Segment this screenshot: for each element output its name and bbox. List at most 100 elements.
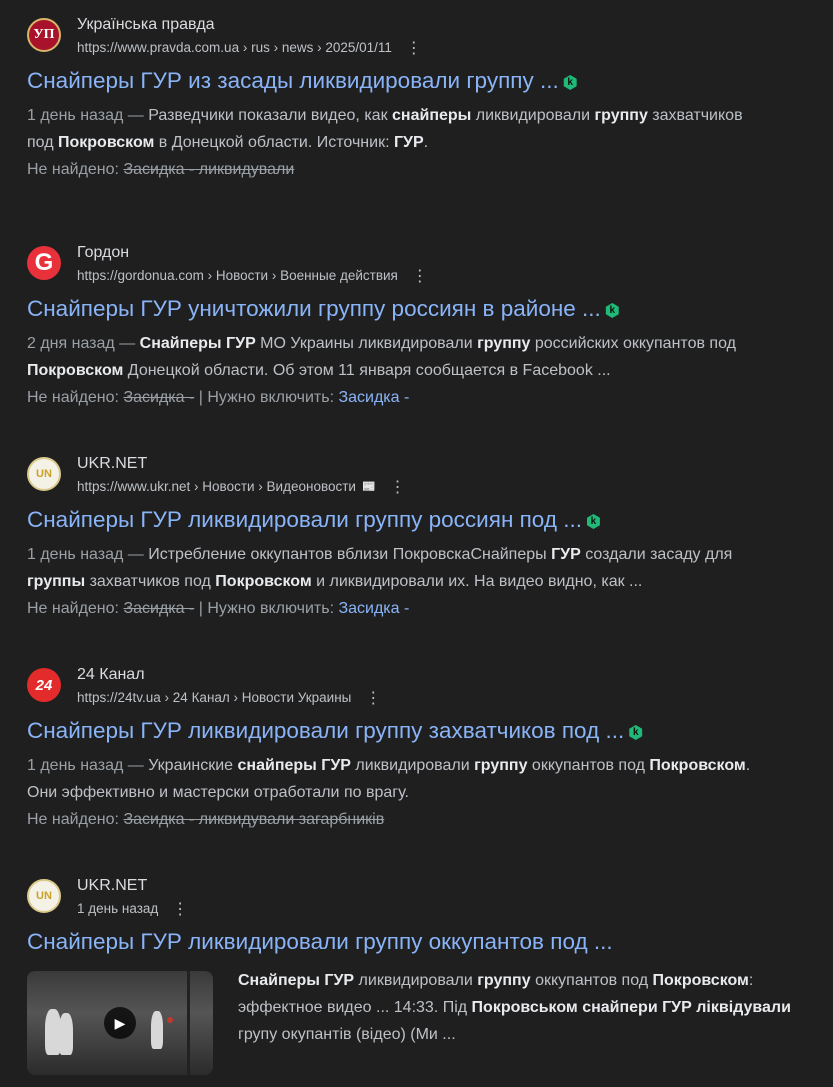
more-options-icon[interactable]: ⋮ [365,690,381,706]
play-icon[interactable]: ▶ [104,1007,136,1039]
result-source[interactable]: UN UKR.NET 1 день назад ⋮ [27,877,827,919]
snippet-highlight: снайперы ГУР [237,757,351,774]
snippet-highlight: ГУР [393,134,424,151]
ukrnet-favicon-icon: UN [27,457,61,491]
missing-terms: Засидка - ликвидували загарбників [123,811,385,828]
snippet-text: ликвидировали [354,972,478,989]
result-title-text: Снайперы ГУР из засады ликвидировали гру… [27,68,559,93]
site-url: 1 день назад ⋮ [77,901,188,917]
video-search-result: UN UKR.NET 1 день назад ⋮ Снайперы ГУР л… [27,877,827,1075]
result-snippet: 1 день назад — Разведчики показали видео… [27,102,827,156]
snippet-text: : [748,972,754,989]
include-label: | Нужно включить: [198,389,335,406]
result-source[interactable]: 24 24 Канал https://24tv.ua › 24 Канал ›… [27,666,827,708]
k-badge-icon: k [563,75,577,90]
include-term-link[interactable]: Засидка - [338,600,409,617]
result-title-link[interactable]: Снайперы ГУР ликвидировали группу захват… [27,716,827,746]
include-label: | Нужно включить: [198,600,335,617]
snippet-line: 2 дня назад — Снайперы ГУР МО Украины ли… [27,330,827,357]
snippet-text: . [423,134,429,151]
snippet-text: Истребление оккупантов вблизи ПокровскаС… [148,546,552,563]
video-thumbnail[interactable]: ▶ [27,971,213,1075]
snippet-line: 1 день назад — Украинские снайперы ГУР л… [27,752,827,779]
site-url-text: https://24tv.ua › 24 Канал › Новости Укр… [77,690,352,705]
snippet-highlight: снайперы [392,107,472,124]
search-result: UN UKR.NET https://www.ukr.net › Новости… [27,455,827,622]
missing-terms: Засидка - [123,600,195,617]
missing-terms-row: Не найдено: Засидка - | Нужно включить: … [27,384,827,411]
snippet-highlight: ГУР [551,546,581,563]
missing-terms-row: Не найдено: Засидка - | Нужно включить: … [27,595,827,622]
gordon-favicon-icon: G [27,246,61,280]
missing-terms: Засидка - [123,389,195,406]
video-description: Снайперы ГУР ликвидировали группу оккупа… [238,967,791,1075]
snippet-text: 1 день назад — [27,107,149,124]
more-options-icon[interactable]: ⋮ [412,268,428,284]
snippet-line: 1 день назад — Истребление оккупантов вб… [27,541,827,568]
24kanal-favicon-icon: 24 [27,668,61,702]
snippet-line: групу окупантів (відео) (Ми ... [238,1021,791,1048]
snippet-text: и ликвидировали их. На видео видно, как … [311,573,643,590]
snippet-text: ликвидировали [350,757,475,774]
more-options-icon[interactable]: ⋮ [390,479,406,495]
snippet-text: Они эффективно и мастерски отработали по… [27,784,409,801]
snippet-highlight: Покровском [215,573,312,590]
result-title-link[interactable]: Снайперы ГУР уничтожили группу россиян в… [27,294,827,324]
snippet-highlight: группу [477,972,531,989]
missing-label: Не найдено: [27,161,119,178]
site-name: UKR.NET [77,877,148,894]
snippet-highlight: Покровском [58,134,155,151]
more-options-icon[interactable]: ⋮ [172,901,188,917]
missing-label: Не найдено: [27,389,119,406]
snippet-text: в Донецкой области. Источник: [154,134,394,151]
snippet-text: оккупантов под [530,972,653,989]
site-url: https://24tv.ua › 24 Канал › Новости Укр… [77,690,381,706]
snippet-text: групу окупантів (відео) (Ми ... [238,1026,456,1043]
missing-terms: Засидка - ликвидували [123,161,295,178]
snippet-line: под Покровском в Донецкой области. Источ… [27,129,827,156]
site-name: Українська правда [77,16,215,33]
snippet-text: Украинские [148,757,238,774]
snippet-highlight: Покровском [27,362,124,379]
snippet-highlight: Снайперы ГУР [139,335,256,352]
site-url-text: https://www.pravda.com.ua › rus › news ›… [77,40,392,55]
include-term-link[interactable]: Засидка - [338,389,409,406]
result-title-link[interactable]: Снайперы ГУР ликвидировали группу россия… [27,505,827,535]
result-date: 1 день назад [77,901,159,916]
favicon-label: УП [33,27,55,42]
result-title-link[interactable]: Снайперы ГУР из засады ликвидировали гру… [27,66,827,96]
favicon-label: UN [36,890,52,902]
site-url-text: https://gordonua.com › Новости › Военные… [77,268,398,283]
result-source[interactable]: UN UKR.NET https://www.ukr.net › Новости… [27,455,827,497]
missing-terms-row: Не найдено: Засидка - ликвидували [27,156,827,183]
snippet-line: Снайперы ГУР ликвидировали группу оккупа… [238,967,791,994]
more-options-icon[interactable]: ⋮ [406,40,422,56]
result-title-text: Снайперы ГУР ликвидировали группу захват… [27,718,625,743]
result-title-link[interactable]: Снайперы ГУР ликвидировали группу оккупа… [27,927,827,957]
snippet-line: Покровском Донецкой области. Об этом 11 … [27,357,827,384]
result-source[interactable]: УП Українська правда https://www.pravda.… [27,16,827,58]
search-result: УП Українська правда https://www.pravda.… [27,16,827,183]
news-icon: 📰 [361,481,376,493]
snippet-text: 1 день назад — [27,546,149,563]
favicon-label: UN [36,468,52,480]
result-source[interactable]: G Гордон https://gordonua.com › Новости … [27,244,827,286]
site-url: https://www.pravda.com.ua › rus › news ›… [77,40,422,56]
k-badge-icon: k [587,514,600,529]
video-row: ▶ Снайперы ГУР ликвидировали группу окку… [27,971,827,1075]
search-result: G Гордон https://gordonua.com › Новости … [27,244,827,411]
missing-terms-row: Не найдено: Засидка - ликвидували загарб… [27,806,827,833]
snippet-highlight: Покровском [649,757,746,774]
missing-label: Не найдено: [27,811,119,828]
snippet-text: 1 день назад — [27,757,149,774]
snippet-line: Они эффективно и мастерски отработали по… [27,779,827,806]
snippet-highlight: группу [477,335,531,352]
k-badge-icon: k [605,303,619,318]
search-result: 24 24 Канал https://24tv.ua › 24 Канал ›… [27,666,827,833]
snippet-highlight: Покровском [652,972,749,989]
snippet-line: группы захватчиков под Покровском и ликв… [27,568,827,595]
snippet-text: под [27,134,58,151]
snippet-text: оккупантов под [527,757,650,774]
pravda-favicon-icon: УП [27,18,61,52]
snippet-highlight: Покровськом снайпери ГУР ліквідували [471,999,791,1016]
